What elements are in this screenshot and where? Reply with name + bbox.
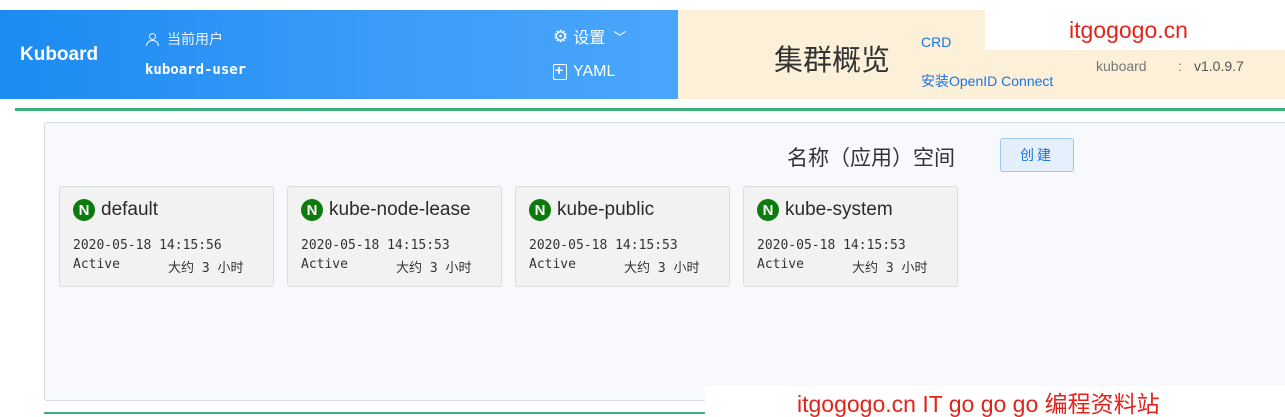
namespace-name[interactable]: kube-public [557,199,654,221]
namespace-created-time: 2020-05-18 14:15:53 [757,238,906,253]
namespace-age: 大约 3 小时 [852,261,928,276]
namespace-card-title: N kube-public [529,199,654,221]
namespace-age: 大约 3 小时 [624,261,700,276]
namespace-icon: N [73,199,95,221]
header-divider [15,108,1285,111]
namespace-card-title: N kube-node-lease [301,199,471,221]
watermark-bottom: itgogogo.cn IT go go go 编程资料站 [705,386,1285,417]
kuboard-version-label: kuboard [1096,58,1147,74]
page-title: 集群概览 [774,45,891,77]
namespace-card-default[interactable]: N default 2020-05-18 14:15:56 Active 大约 … [59,186,274,287]
namespace-status: Active [529,257,576,272]
namespace-card-kube-public[interactable]: N kube-public 2020-05-18 14:15:53 Active… [515,186,730,287]
namespace-icon: N [529,199,551,221]
namespace-created-time: 2020-05-18 14:15:53 [301,238,450,253]
settings-menu[interactable]: ⚙ 设置 ﹀ [553,24,626,48]
namespace-age: 大约 3 小时 [168,261,244,276]
namespace-icon: N [301,199,323,221]
user-icon [145,32,159,46]
file-plus-icon [553,62,567,80]
namespace-name[interactable]: default [101,199,158,221]
namespace-age: 大约 3 小时 [396,261,472,276]
namespace-created-time: 2020-05-18 14:15:56 [73,238,222,253]
current-user-label: 当前用户 [167,31,223,47]
namespace-icon: N [757,199,779,221]
page: Kuboard 当前用户 kuboard-user ⚙ 设置 ﹀ YAML 集群… [0,0,1285,417]
install-openid-link[interactable]: 安装OpenID Connect [921,71,1053,91]
create-namespace-button[interactable]: 创建 [1000,138,1074,172]
namespace-status: Active [73,257,120,272]
current-user-name: kuboard-user [145,62,247,78]
namespace-status: Active [301,257,348,272]
yaml-button[interactable]: YAML [553,62,616,81]
namespace-name[interactable]: kube-system [785,199,893,221]
chevron-down-icon: ﹀ [613,29,627,45]
namespace-panel: 名称（应用）空间 创建 N default 2020-05-18 14:15:5… [44,122,1285,401]
namespace-created-time: 2020-05-18 14:15:53 [529,238,678,253]
namespace-heading: 名称（应用）空间 [787,147,955,170]
yaml-label: YAML [573,63,616,80]
brand-name[interactable]: Kuboard [20,44,98,66]
namespace-card-kube-node-lease[interactable]: N kube-node-lease 2020-05-18 14:15:53 Ac… [287,186,502,287]
current-user-label-row: 当前用户 [145,29,223,49]
crd-link[interactable]: CRD [921,34,951,50]
namespace-card-kube-system[interactable]: N kube-system 2020-05-18 14:15:53 Active… [743,186,958,287]
brand-bar: Kuboard 当前用户 kuboard-user ⚙ 设置 ﹀ YAML [0,10,678,99]
settings-label: 设置 [573,30,606,47]
version-value: v1.0.9.7 [1194,58,1244,74]
gear-icon: ⚙ [553,26,569,46]
namespace-card-list: N default 2020-05-18 14:15:56 Active 大约 … [59,186,958,287]
namespace-name[interactable]: kube-node-lease [329,199,471,221]
watermark-top: itgogogo.cn [985,10,1285,50]
namespace-status: Active [757,257,804,272]
version-separator: : [1178,58,1182,74]
namespace-card-title: N default [73,199,158,221]
namespace-card-title: N kube-system [757,199,893,221]
